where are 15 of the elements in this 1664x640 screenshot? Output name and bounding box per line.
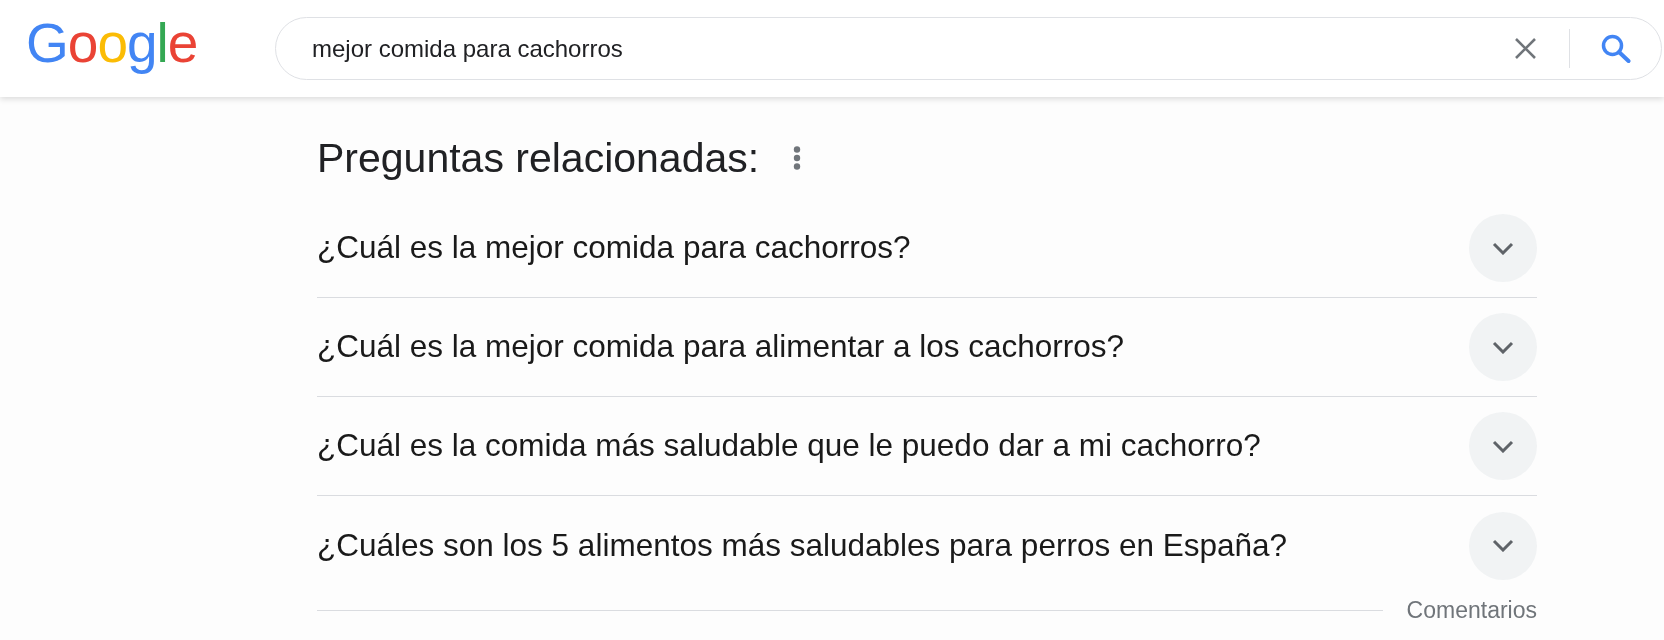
question-text[interactable]: ¿Cuáles son los 5 alimentos más saludables para perros en España? <box>317 521 1288 570</box>
chevron-icon <box>1492 539 1514 552</box>
search-field[interactable]: mejor comida para cachorros <box>276 28 1510 69</box>
chevron-icon <box>1492 340 1514 354</box>
feedback-link[interactable]: Comentarios <box>1406 596 1537 624</box>
search-icon <box>1601 34 1631 63</box>
question-text[interactable]: ¿Cuál es la mejor comida para alimentar a los cachorros? <box>317 323 1125 371</box>
question-text[interactable]: ¿Cuál es la comida más saludable que le puedo dar a mi cachorro? <box>317 422 1261 470</box>
chevron-icon <box>1492 439 1514 453</box>
section-heading: Preguntas relacionadas: <box>317 134 760 182</box>
close-icon <box>1514 37 1537 60</box>
search-bar[interactable]: mejor comida para cachorros <box>275 17 1662 80</box>
chevron-icon <box>1492 241 1514 255</box>
three-dots-icon <box>793 146 802 170</box>
question-text[interactable]: ¿Cuál es la mejor comida para cachorros? <box>317 224 911 272</box>
